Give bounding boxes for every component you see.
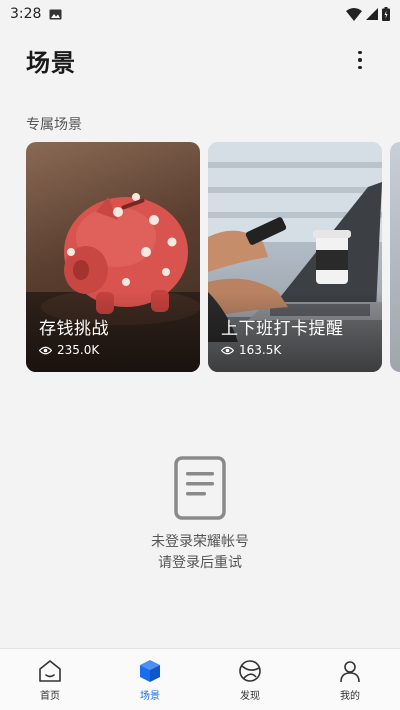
card-title: 存钱挑战 bbox=[39, 319, 109, 339]
nav-label: 发现 bbox=[240, 691, 260, 702]
signal-icon bbox=[366, 8, 378, 20]
status-bar: 3:28 bbox=[0, 0, 400, 28]
home-icon bbox=[39, 660, 61, 682]
scene-card-partial[interactable] bbox=[390, 142, 400, 372]
card-views: 235.0K bbox=[39, 343, 99, 357]
more-dot bbox=[358, 58, 362, 62]
status-time: 3:28 bbox=[10, 6, 42, 22]
more-dot bbox=[358, 65, 362, 70]
user-icon bbox=[340, 661, 360, 683]
document-icon bbox=[174, 456, 226, 520]
bottom-nav: 首页 场景 发现 我的 bbox=[0, 648, 400, 710]
scene-card-savings[interactable]: 存钱挑战 235.0K bbox=[26, 142, 200, 372]
nav-label: 我的 bbox=[340, 691, 360, 702]
nav-item-scenes[interactable]: 场景 bbox=[100, 649, 200, 710]
wifi-icon bbox=[346, 7, 362, 21]
card-view-count: 163.5K bbox=[239, 343, 282, 357]
compass-icon bbox=[239, 660, 261, 682]
more-options-button[interactable] bbox=[346, 44, 374, 76]
card-view-count: 235.0K bbox=[57, 343, 100, 357]
card-title: 上下班打卡提醒 bbox=[221, 319, 344, 339]
empty-state-hint: 请登录后重试 bbox=[158, 555, 242, 571]
eye-icon bbox=[221, 346, 234, 354]
nav-item-me[interactable]: 我的 bbox=[300, 649, 400, 710]
section-title: 专属场景 bbox=[26, 117, 82, 133]
scene-card-list: 存钱挑战 235.0K 上下班打卡提醒 163.5K bbox=[26, 142, 400, 372]
eye-icon bbox=[39, 346, 52, 354]
nav-label: 首页 bbox=[40, 691, 60, 702]
page-title: 场景 bbox=[26, 48, 76, 77]
cube-icon bbox=[140, 660, 160, 682]
nav-item-home[interactable]: 首页 bbox=[0, 649, 100, 710]
nav-label: 场景 bbox=[140, 691, 160, 702]
empty-state-message: 未登录荣耀帐号 bbox=[151, 534, 249, 550]
image-notification-icon bbox=[49, 9, 62, 19]
scene-card-commute[interactable]: 上下班打卡提醒 163.5K bbox=[208, 142, 382, 372]
header: 场景 bbox=[0, 40, 400, 80]
nav-item-discover[interactable]: 发现 bbox=[200, 649, 300, 710]
battery-icon bbox=[382, 7, 390, 21]
card-views: 163.5K bbox=[221, 343, 281, 357]
more-dot bbox=[358, 50, 362, 55]
